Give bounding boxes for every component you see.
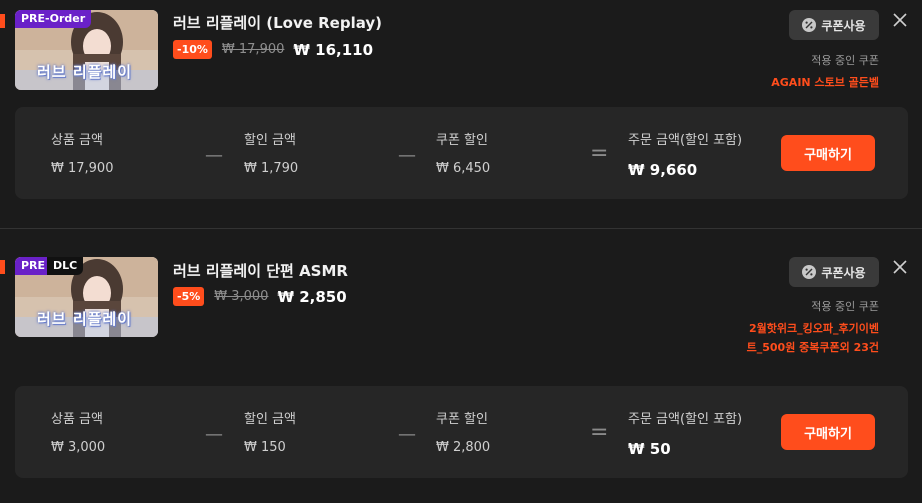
product-amount-value: ₩ 17,900 bbox=[51, 161, 114, 176]
applied-coupon-name: 2월핫위크_킹오파_후기이벤트_500원 중복쿠폰외 23건 bbox=[746, 322, 879, 354]
coupon-discount-col: 쿠폰 할인 ₩ 2,800 bbox=[436, 408, 490, 455]
applied-coupon-info: 적용 중인 쿠폰 AGAIN 스토브 골든벨 bbox=[739, 52, 879, 92]
applied-coupon-label: 적용 중인 쿠폰 bbox=[811, 300, 879, 313]
discount-badge: -5% bbox=[173, 287, 205, 306]
pre-badge: PRE bbox=[15, 257, 52, 275]
percent-tag-icon bbox=[802, 18, 817, 32]
product-title[interactable]: 러브 리플레이 단편 ASMR bbox=[173, 260, 348, 281]
product-amount-label: 상품 금액 bbox=[51, 412, 103, 427]
equals-operator: = bbox=[590, 420, 609, 445]
accent-marker bbox=[0, 260, 5, 274]
order-amount-value: ₩ 50 bbox=[628, 440, 671, 458]
discount-amount-col: 할인 금액 ₩ 1,790 bbox=[244, 129, 298, 176]
product-amount-col: 상품 금액 ₩ 17,900 bbox=[51, 129, 113, 176]
product-thumbnail[interactable]: 러브 리플레이 PRE-Order bbox=[15, 10, 158, 90]
close-icon[interactable] bbox=[891, 258, 909, 276]
applied-coupon-info: 적용 중인 쿠폰 2월핫위크_킹오파_후기이벤트_500원 중복쿠폰외 23건 bbox=[739, 298, 879, 357]
thumbnail-title: 러브 리플레이 bbox=[37, 63, 133, 81]
use-coupon-button[interactable]: 쿠폰사용 bbox=[789, 257, 879, 287]
equals-operator: = bbox=[590, 141, 609, 166]
final-price: ₩ 16,110 bbox=[293, 40, 374, 59]
price-summary-panel: 상품 금액 ₩ 17,900 — 할인 금액 ₩ 1,790 — 쿠폰 할인 ₩… bbox=[15, 107, 908, 199]
applied-coupon-name: AGAIN 스토브 골든벨 bbox=[771, 76, 879, 89]
order-amount-label: 주문 금액(할인 포함) bbox=[628, 412, 743, 427]
discount-amount-label: 할인 금액 bbox=[244, 133, 296, 148]
coupon-discount-value: ₩ 2,800 bbox=[436, 440, 491, 455]
product-title[interactable]: 러브 리플레이 (Love Replay) bbox=[173, 12, 382, 33]
use-coupon-label: 쿠폰사용 bbox=[821, 18, 866, 33]
percent-tag-icon bbox=[802, 265, 817, 279]
minus-operator: — bbox=[398, 145, 416, 166]
product-amount-col: 상품 금액 ₩ 3,000 bbox=[51, 408, 105, 455]
coupon-discount-label: 쿠폰 할인 bbox=[436, 412, 488, 427]
item-divider bbox=[0, 228, 922, 229]
use-coupon-button[interactable]: 쿠폰사용 bbox=[789, 10, 879, 40]
original-price: ₩ 3,000 bbox=[214, 289, 269, 304]
price-row: -10% ₩ 17,900 ₩ 16,110 bbox=[173, 40, 373, 59]
applied-coupon-label: 적용 중인 쿠폰 bbox=[811, 54, 879, 67]
thumbnail-title: 러브 리플레이 bbox=[37, 310, 133, 328]
discount-amount-label: 할인 금액 bbox=[244, 412, 296, 427]
order-amount-label: 주문 금액(할인 포함) bbox=[628, 133, 743, 148]
close-icon[interactable] bbox=[891, 11, 909, 29]
accent-marker bbox=[0, 14, 5, 28]
product-thumbnail[interactable]: 러브 리플레이 PRE DLC bbox=[15, 257, 158, 337]
order-amount-col: 주문 금액(할인 포함) ₩ 50 bbox=[628, 408, 742, 458]
dlc-badge: DLC bbox=[47, 257, 84, 275]
product-amount-value: ₩ 3,000 bbox=[51, 440, 106, 455]
minus-operator: — bbox=[398, 424, 416, 445]
coupon-discount-col: 쿠폰 할인 ₩ 6,450 bbox=[436, 129, 490, 176]
discount-amount-value: ₩ 150 bbox=[244, 440, 286, 455]
buy-button[interactable]: 구매하기 bbox=[781, 414, 875, 450]
use-coupon-label: 쿠폰사용 bbox=[821, 265, 866, 280]
preorder-badge: PRE-Order bbox=[15, 10, 92, 28]
coupon-discount-value: ₩ 6,450 bbox=[436, 161, 491, 176]
price-summary-panel: 상품 금액 ₩ 3,000 — 할인 금액 ₩ 150 — 쿠폰 할인 ₩ 2,… bbox=[15, 386, 908, 478]
price-row: -5% ₩ 3,000 ₩ 2,850 bbox=[173, 287, 347, 306]
discount-badge: -10% bbox=[173, 40, 212, 59]
discount-amount-value: ₩ 1,790 bbox=[244, 161, 299, 176]
minus-operator: — bbox=[205, 424, 223, 445]
discount-amount-col: 할인 금액 ₩ 150 bbox=[244, 408, 296, 455]
order-amount-col: 주문 금액(할인 포함) ₩ 9,660 bbox=[628, 129, 742, 179]
order-amount-value: ₩ 9,660 bbox=[628, 161, 698, 179]
original-price: ₩ 17,900 bbox=[221, 42, 285, 57]
coupon-discount-label: 쿠폰 할인 bbox=[436, 133, 488, 148]
final-price: ₩ 2,850 bbox=[277, 287, 347, 306]
product-amount-label: 상품 금액 bbox=[51, 133, 103, 148]
buy-button[interactable]: 구매하기 bbox=[781, 135, 875, 171]
minus-operator: — bbox=[205, 145, 223, 166]
